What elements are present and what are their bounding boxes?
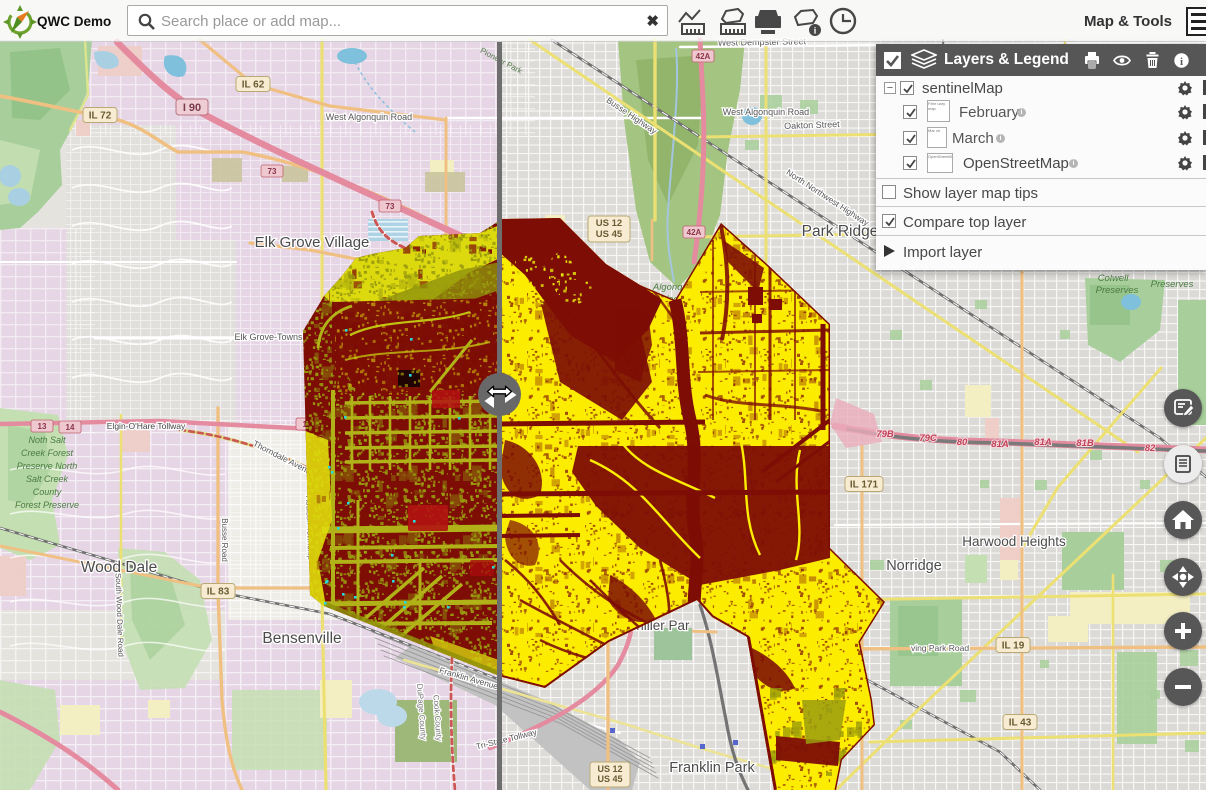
svg-text:Preserves: Preserves: [1151, 279, 1194, 290]
svg-text:Elk Grove Village: Elk Grove Village: [255, 234, 370, 251]
svg-text:US 12: US 12: [596, 218, 622, 229]
svg-text:West Algonquin Road: West Algonquin Road: [326, 112, 412, 122]
svg-text:81A: 81A: [991, 439, 1009, 450]
svg-text:IL 62: IL 62: [242, 80, 265, 91]
svg-text:County: County: [33, 487, 62, 497]
svg-text:I 90: I 90: [183, 102, 201, 114]
svg-text:80: 80: [957, 437, 968, 448]
svg-text:82: 82: [1145, 443, 1156, 454]
svg-text:Noth Salt: Noth Salt: [28, 435, 66, 445]
svg-text:42A: 42A: [696, 52, 711, 61]
svg-text:IL 171: IL 171: [850, 480, 879, 491]
svg-text:Busse Road: Busse Road: [220, 518, 229, 562]
svg-text:IL 72: IL 72: [89, 111, 112, 122]
svg-text:US 12: US 12: [597, 764, 622, 774]
svg-text:81B: 81B: [1076, 438, 1094, 449]
svg-text:Norridge: Norridge: [886, 558, 942, 574]
svg-text:Elk Grove-Townsh: Elk Grove-Townsh: [234, 332, 307, 342]
svg-text:ving Park Road: ving Park Road: [911, 643, 969, 653]
svg-text:79B: 79B: [876, 429, 894, 440]
svg-text:Franklin Park: Franklin Park: [669, 760, 755, 776]
svg-text:Oakton Street: Oakton Street: [784, 119, 840, 131]
svg-text:Elgin-O'Hare Tollway: Elgin-O'Hare Tollway: [107, 421, 186, 431]
svg-text:US 45: US 45: [597, 774, 622, 784]
svg-text:73: 73: [268, 167, 277, 176]
svg-text:Creek Forest: Creek Forest: [21, 448, 74, 458]
svg-text:West Algonquin Road: West Algonquin Road: [723, 107, 809, 117]
svg-text:US 45: US 45: [596, 229, 623, 240]
svg-text:Harwood Heights: Harwood Heights: [962, 534, 1066, 549]
svg-text:Forest Preserve: Forest Preserve: [15, 500, 79, 510]
svg-text:14: 14: [66, 423, 75, 432]
svg-text:79C: 79C: [919, 433, 937, 444]
svg-text:IL 43: IL 43: [1009, 718, 1032, 729]
svg-text:73: 73: [386, 202, 395, 211]
svg-text:Colwell: Colwell: [1098, 273, 1130, 284]
svg-text:Preserve North: Preserve North: [17, 461, 78, 471]
svg-text:81A: 81A: [1034, 437, 1052, 448]
svg-text:IL 19: IL 19: [1002, 641, 1025, 652]
svg-text:Salt Creek: Salt Creek: [26, 474, 69, 484]
svg-text:Bensenville: Bensenville: [262, 630, 341, 647]
svg-text:i: i: [1180, 55, 1183, 67]
svg-text:Preserves: Preserves: [1096, 285, 1139, 296]
svg-text:IL 83: IL 83: [207, 587, 230, 598]
svg-text:13: 13: [38, 422, 47, 431]
svg-text:42A: 42A: [687, 228, 702, 237]
